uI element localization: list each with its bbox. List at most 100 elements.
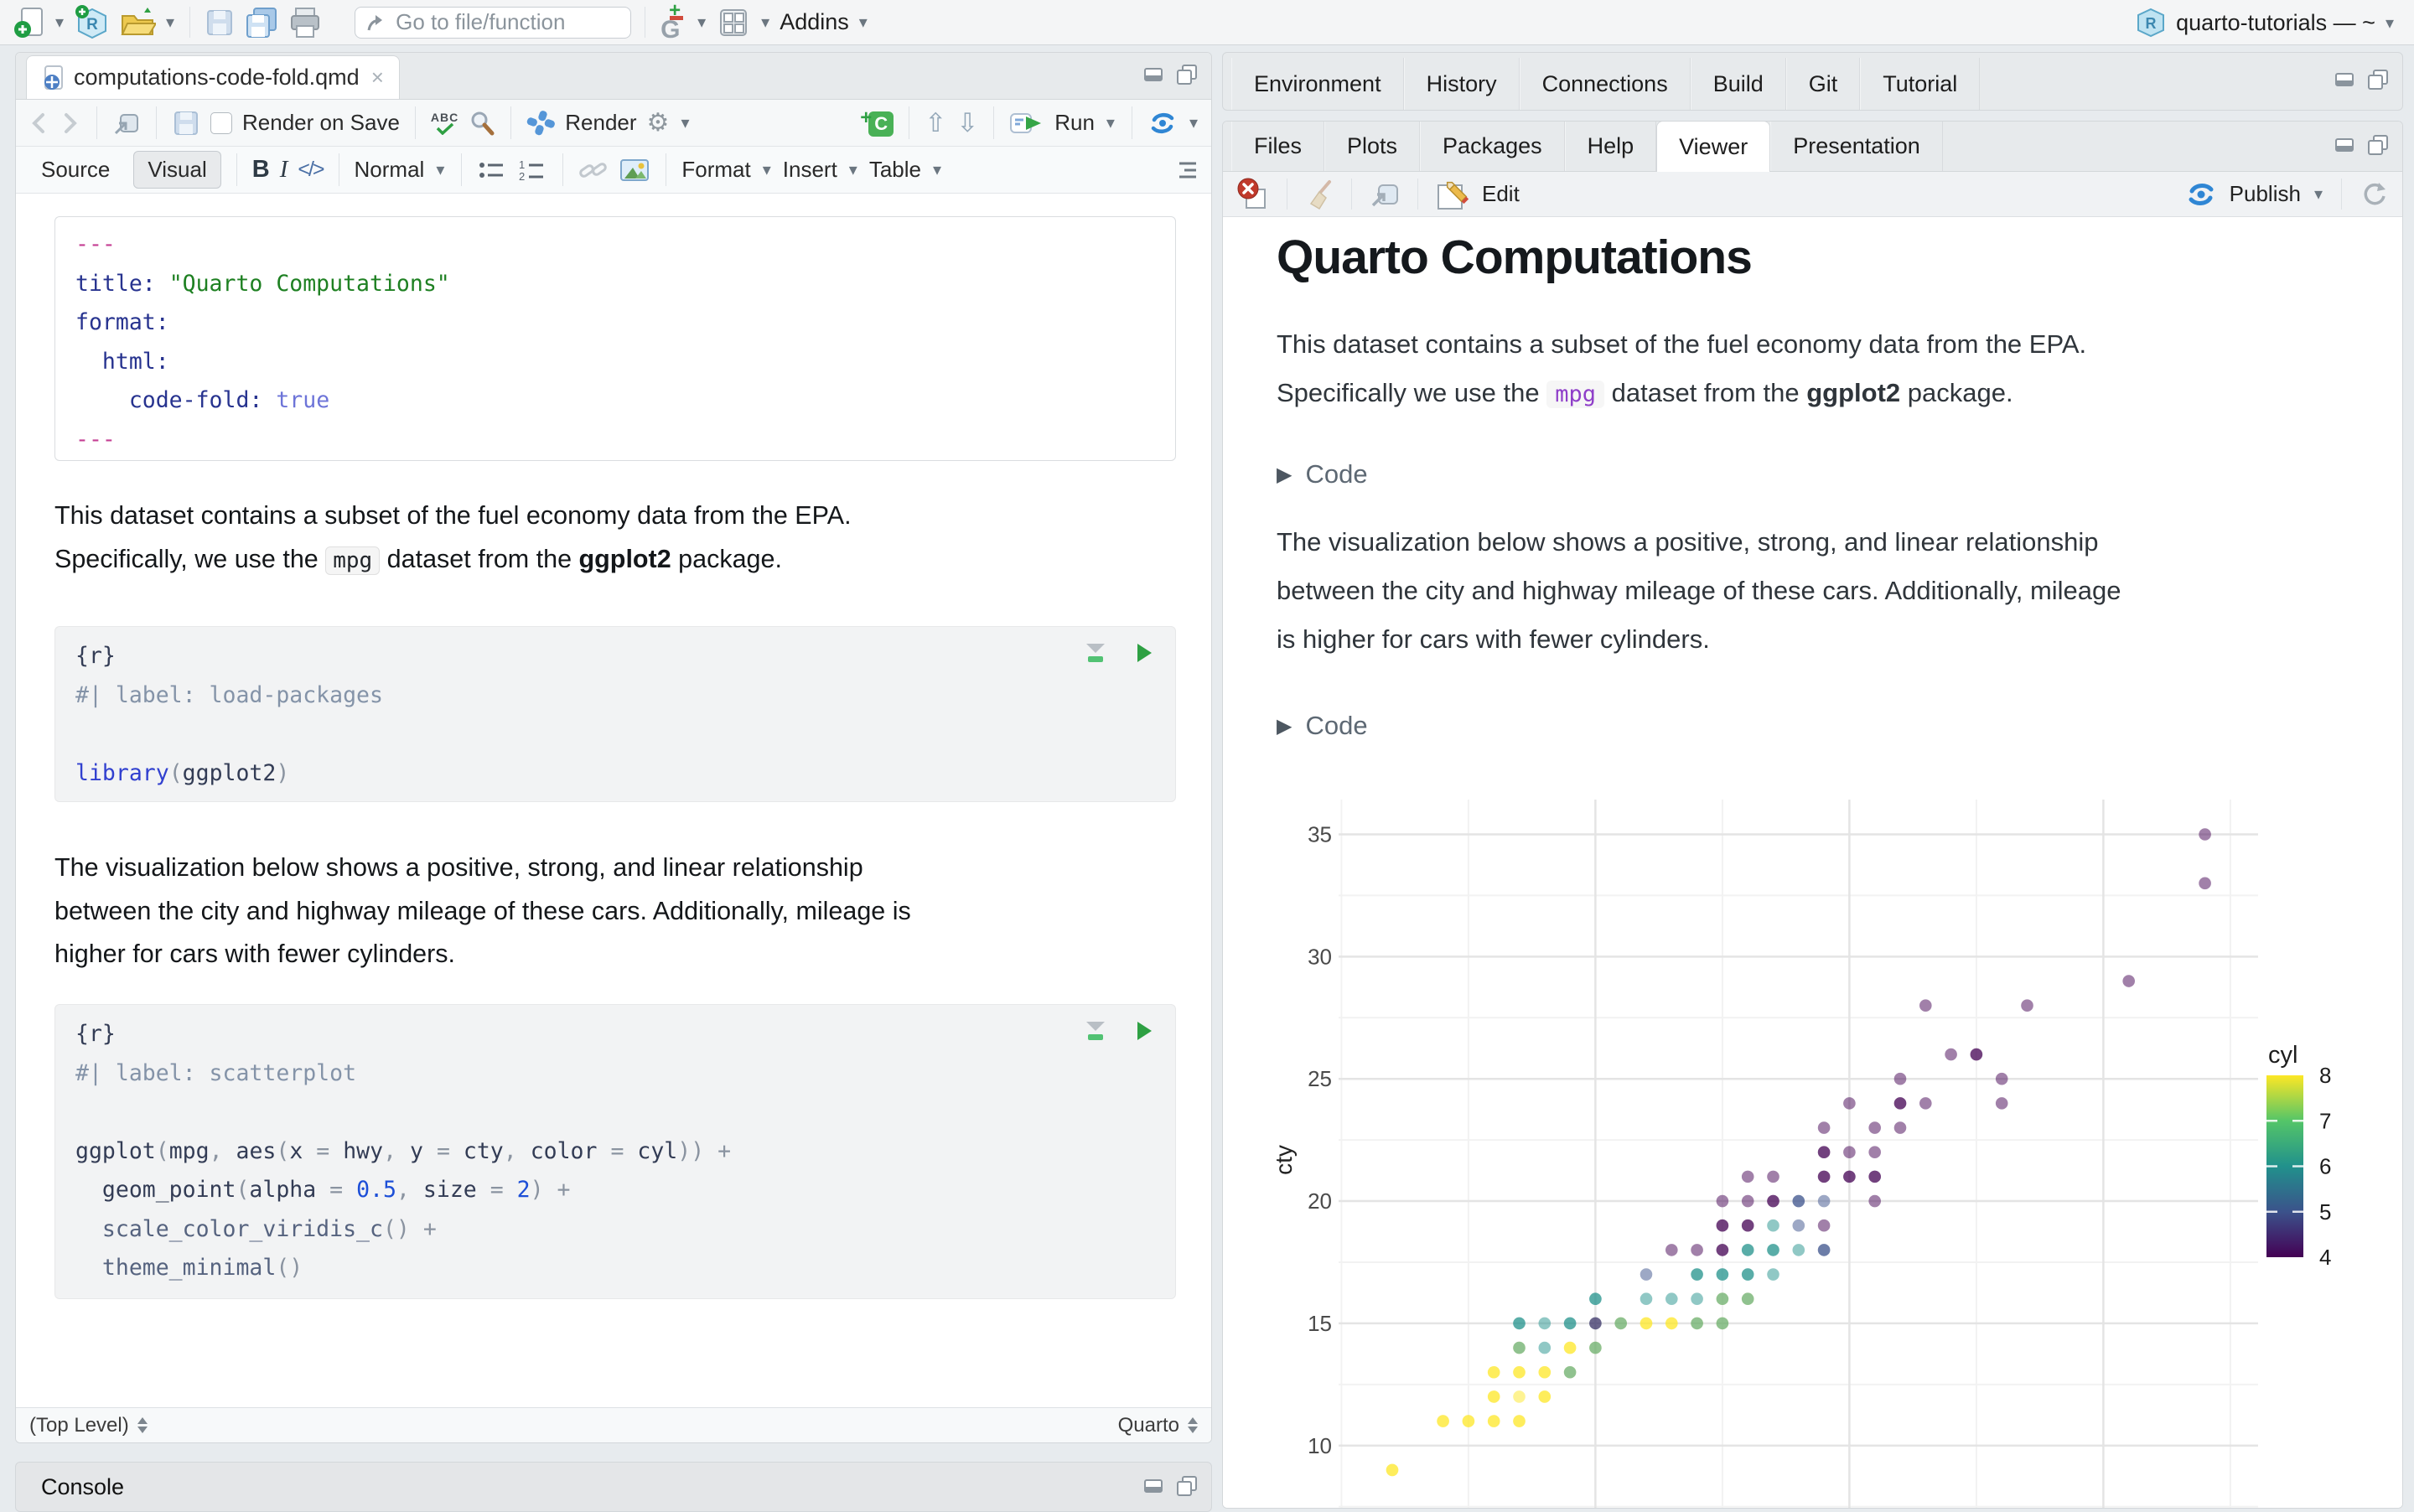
run-chunk-icon[interactable] (1135, 642, 1153, 664)
tab-connections[interactable]: Connections (1519, 58, 1691, 110)
new-project-icon[interactable]: R (74, 4, 111, 41)
save-all-icon[interactable] (244, 4, 279, 41)
bullet-list-icon[interactable] (477, 158, 507, 183)
tab-environment[interactable]: Environment (1231, 58, 1404, 110)
run-icon[interactable] (1009, 109, 1044, 137)
open-file-icon[interactable] (119, 4, 157, 41)
maximize-pane-icon[interactable] (2365, 68, 2391, 91)
source-mode-button[interactable]: Source (28, 152, 123, 188)
italic-button[interactable]: I (280, 156, 288, 184)
render-icon[interactable] (526, 109, 556, 137)
viewer-content[interactable]: Quarto Computations This dataset contain… (1223, 218, 2402, 1508)
numbered-list-icon[interactable]: 12 (517, 158, 547, 183)
editor-content[interactable]: --- title: "Quarto Computations" format: h… (16, 194, 1211, 1427)
editor-paragraph[interactable]: This dataset contains a subset of the fu… (54, 495, 1169, 581)
goto-file-search[interactable]: Go to file/function (355, 6, 632, 39)
tab-history[interactable]: History (1403, 58, 1520, 110)
maximize-pane-icon[interactable] (1174, 1474, 1199, 1498)
publish-caret[interactable]: ▾ (2313, 184, 2324, 205)
editor-paragraph[interactable]: The visualization below shows a positive… (54, 847, 1169, 976)
open-file-caret[interactable]: ▾ (164, 12, 176, 33)
run-chunks-above-icon[interactable] (1085, 642, 1106, 664)
maximize-pane-icon[interactable] (1174, 63, 1199, 86)
tab-build[interactable]: Build (1690, 58, 1786, 110)
bold-button[interactable]: B (252, 156, 270, 184)
format-menu[interactable]: Format (681, 157, 750, 183)
minimize-pane-icon[interactable] (1142, 1474, 1166, 1496)
search-icon[interactable] (469, 110, 495, 137)
paragraph-style-caret[interactable]: ▾ (434, 159, 446, 180)
spellcheck-icon[interactable]: ABC (431, 111, 458, 135)
insert-caret[interactable]: ▾ (847, 159, 859, 180)
version-control-caret[interactable]: ▾ (696, 12, 707, 33)
gear-icon[interactable]: ⚙ (647, 108, 670, 137)
save-icon[interactable] (204, 4, 236, 41)
code-chunk-scatterplot[interactable]: {r} #| label: scatterplot ggplot(mpg, aes… (54, 1004, 1176, 1299)
tab-help[interactable]: Help (1564, 122, 1657, 171)
stop-icon[interactable] (1236, 178, 1270, 211)
code-format-button[interactable]: </> (298, 158, 324, 182)
tab-files[interactable]: Files (1231, 122, 1325, 171)
insert-chunk-icon[interactable]: C + (860, 106, 894, 138)
run-button[interactable]: Run (1054, 110, 1095, 136)
filetype-indicator[interactable]: Quarto (1118, 1414, 1179, 1437)
new-file-caret[interactable]: ▾ (54, 12, 65, 33)
tab-tutorial[interactable]: Tutorial (1860, 58, 1981, 110)
code-fold-toggle[interactable]: ▶ Code (1277, 459, 1368, 489)
minimize-pane-icon[interactable] (1142, 63, 1166, 85)
edit-button[interactable]: Edit (1482, 181, 1520, 207)
publish-button[interactable]: Publish (2230, 181, 2301, 207)
tab-packages[interactable]: Packages (1420, 122, 1565, 171)
table-caret[interactable]: ▾ (931, 159, 943, 180)
console-tab[interactable]: Console (41, 1474, 124, 1500)
publish-icon[interactable] (2184, 180, 2218, 209)
table-menu[interactable]: Table (869, 157, 921, 183)
insert-menu[interactable]: Insert (783, 157, 837, 183)
paragraph-style-select[interactable]: Normal (355, 157, 425, 183)
run-caret[interactable]: ▾ (1105, 112, 1116, 133)
popout-icon[interactable] (112, 110, 141, 137)
code-fold-toggle[interactable]: ▶ Code (1277, 711, 1368, 741)
forward-icon[interactable] (60, 111, 81, 136)
tab-plots[interactable]: Plots (1324, 122, 1421, 171)
refresh-icon[interactable] (2359, 179, 2389, 210)
run-next-icon[interactable]: ⇩ (956, 108, 978, 138)
format-caret[interactable]: ▾ (761, 159, 773, 180)
tab-git[interactable]: Git (1785, 58, 1861, 110)
link-icon[interactable] (578, 158, 609, 183)
run-chunk-icon[interactable] (1135, 1020, 1153, 1042)
addins-menu[interactable]: Addins (780, 9, 849, 35)
panes-caret[interactable]: ▾ (759, 12, 771, 33)
tab-viewer[interactable]: Viewer (1656, 122, 1771, 172)
render-options-caret[interactable]: ▾ (679, 112, 691, 133)
editor-tab[interactable]: computations-code-fold.qmd × (26, 55, 400, 99)
source-rerun-icon[interactable] (1147, 110, 1178, 137)
minimize-pane-icon[interactable] (2334, 68, 2357, 90)
run-chunks-above-icon[interactable] (1085, 1020, 1106, 1042)
tab-close-icon[interactable]: × (371, 65, 384, 91)
render-button[interactable]: Render (565, 110, 636, 136)
console-pane[interactable]: Console (15, 1462, 1212, 1512)
image-icon[interactable] (619, 157, 650, 184)
maximize-pane-icon[interactable] (2365, 133, 2391, 157)
addins-caret[interactable]: ▾ (857, 12, 869, 33)
workspace-panes-icon[interactable] (716, 4, 751, 41)
minimize-pane-icon[interactable] (2334, 133, 2357, 155)
clear-broom-icon[interactable] (1304, 179, 1334, 210)
code-chunk-load-packages[interactable]: {r} #| label: load-packages library(ggplo… (54, 626, 1176, 802)
version-control-icon[interactable]: + G (659, 0, 687, 44)
render-on-save-checkbox[interactable] (210, 111, 232, 134)
popout-icon[interactable] (1369, 180, 1401, 209)
scope-indicator[interactable]: (Top Level) (29, 1414, 129, 1437)
outline-toggle-icon[interactable] (1171, 158, 1199, 183)
new-file-icon[interactable] (13, 4, 45, 41)
yaml-metadata-block[interactable]: --- title: "Quarto Computations" format: h… (54, 216, 1176, 461)
print-icon[interactable] (288, 4, 323, 41)
project-menu[interactable]: R quarto-tutorials — ~ ▾ (2134, 0, 2396, 45)
visual-mode-button[interactable]: Visual (133, 151, 221, 189)
source-rerun-caret[interactable]: ▾ (1188, 112, 1199, 133)
tab-presentation[interactable]: Presentation (1770, 122, 1943, 171)
run-previous-icon[interactable]: ⇧ (925, 108, 946, 138)
save-icon[interactable] (172, 110, 200, 137)
edit-icon[interactable] (1435, 177, 1470, 212)
